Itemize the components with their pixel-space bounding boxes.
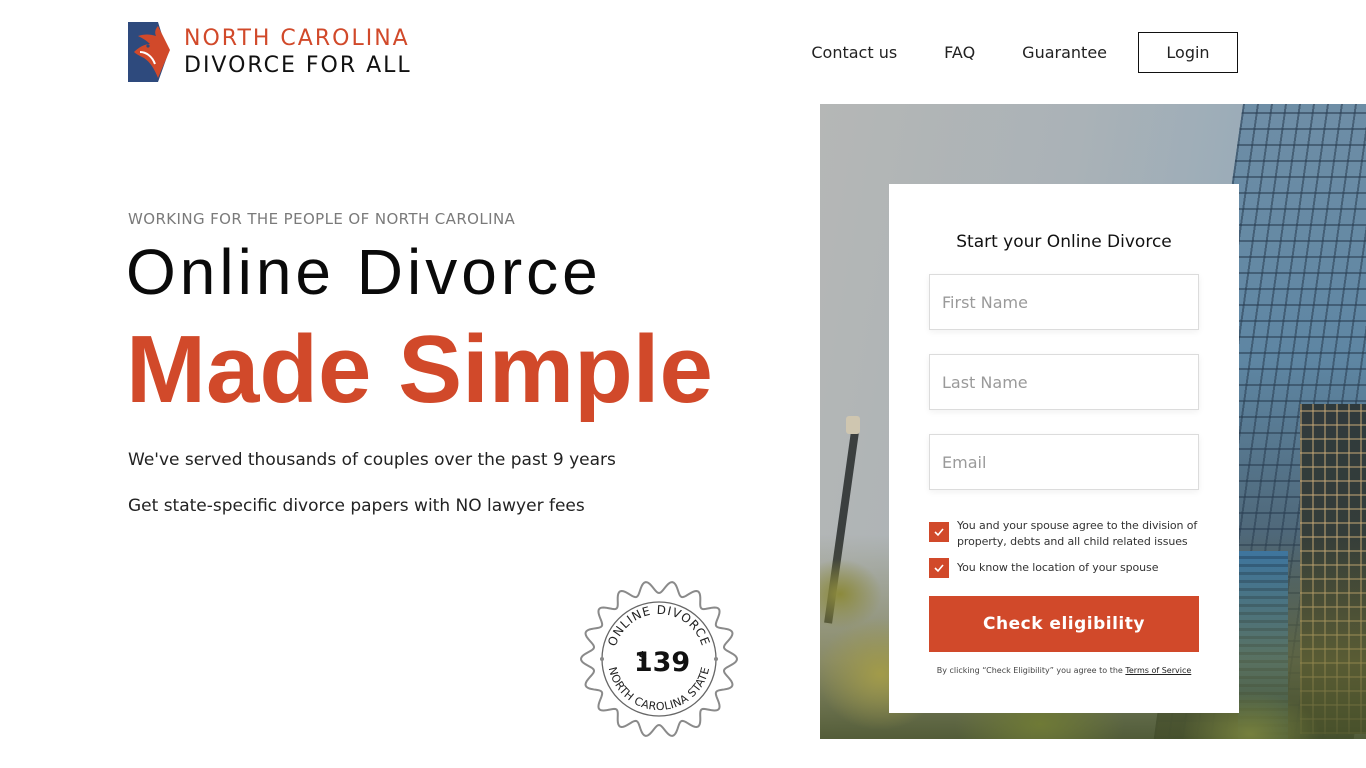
photo-lamp xyxy=(846,416,860,434)
hero-kicker: WORKING FOR THE PEOPLE OF NORTH CAROLINA xyxy=(128,210,516,228)
agreement-checkbox[interactable] xyxy=(929,522,949,542)
eagle-logo-icon xyxy=(128,22,175,82)
hero-title-line2: Made Simple xyxy=(126,316,713,423)
logo-line-state: NORTH CAROLINA xyxy=(184,25,410,51)
hero-paragraph-fees: Get state-specific divorce papers with N… xyxy=(128,496,585,516)
nav-guarantee[interactable]: Guarantee xyxy=(1022,33,1107,73)
eligibility-checkboxes: You and your spouse agree to the divisio… xyxy=(929,518,1199,578)
checkmark-icon xyxy=(934,564,944,573)
first-name-input[interactable] xyxy=(929,274,1199,330)
location-checkbox[interactable] xyxy=(929,558,949,578)
nav-faq[interactable]: FAQ xyxy=(944,33,975,73)
badge-price: 139 xyxy=(634,647,690,678)
nav-contact-us[interactable]: Contact us xyxy=(811,33,897,73)
checkbox-row-location: You know the location of your spouse xyxy=(929,558,1199,578)
login-button[interactable]: Login xyxy=(1138,32,1238,73)
signup-form-card: Start your Online Divorce You and your s… xyxy=(889,184,1239,713)
check-eligibility-button[interactable]: Check eligibility xyxy=(929,596,1199,652)
hero-paragraph-experience: We've served thousands of couples over t… xyxy=(128,450,616,470)
badge-dot-right xyxy=(714,657,718,661)
logo-link[interactable]: NORTH CAROLINA DIVORCE FOR ALL xyxy=(128,22,412,82)
price-badge: ONLINE DIVORCE NORTH CAROLINA STATE $ 13… xyxy=(578,578,740,740)
checkmark-icon xyxy=(934,528,944,537)
checkbox-row-agreement: You and your spouse agree to the divisio… xyxy=(929,518,1199,550)
badge-dot-left xyxy=(600,657,604,661)
badge-top-text: ONLINE DIVORCE xyxy=(605,603,712,648)
form-title: Start your Online Divorce xyxy=(956,232,1172,252)
legal-notice: By clicking “Check Eligibility” you agre… xyxy=(929,666,1199,675)
legal-notice-text: By clicking “Check Eligibility” you agre… xyxy=(936,666,1126,675)
email-input[interactable] xyxy=(929,434,1199,490)
terms-of-service-link[interactable]: Terms of Service xyxy=(1125,666,1191,675)
svg-text:ONLINE DIVORCE: ONLINE DIVORCE xyxy=(605,603,713,648)
agreement-checkbox-label: You and your spouse agree to the divisio… xyxy=(957,519,1198,548)
last-name-input[interactable] xyxy=(929,354,1199,410)
location-checkbox-label: You know the location of your spouse xyxy=(957,561,1159,574)
main-nav: Contact us FAQ Guarantee Login xyxy=(811,32,1238,73)
hero-title-line1: Online Divorce xyxy=(126,236,602,308)
logo-line-tagline: DIVORCE FOR ALL xyxy=(184,52,412,78)
